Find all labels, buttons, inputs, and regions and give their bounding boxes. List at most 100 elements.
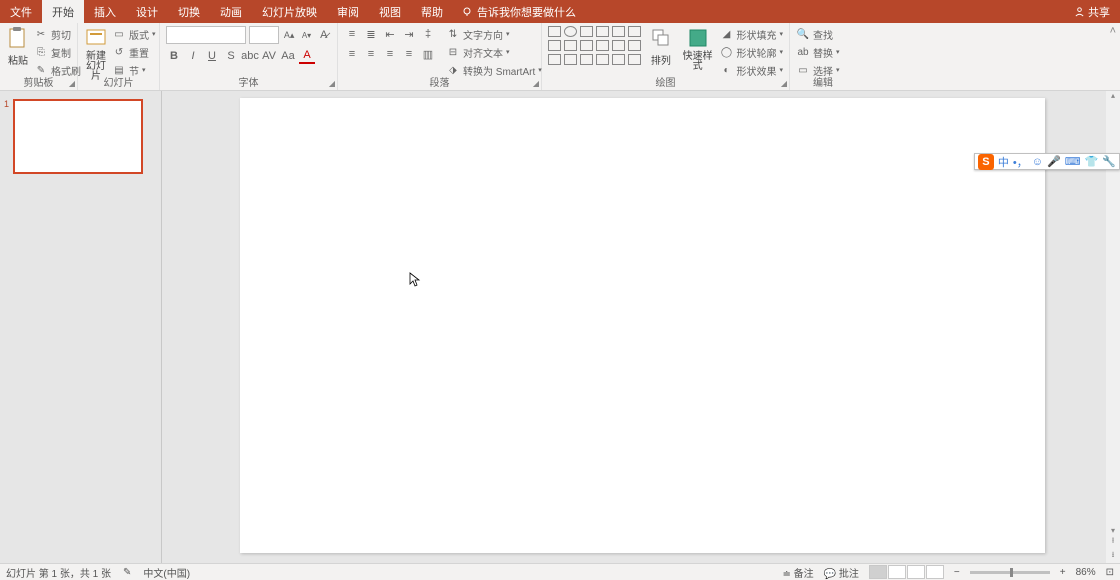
find-button[interactable]: 🔍查找 (796, 26, 840, 42)
font-dialog-launcher[interactable]: ◢ (329, 79, 335, 88)
cut-button[interactable]: ✂剪切 (34, 26, 81, 42)
font-size-input[interactable] (249, 26, 279, 44)
slide-thumbnail-1[interactable] (13, 99, 143, 174)
tab-slideshow[interactable]: 幻灯片放映 (252, 0, 327, 23)
reading-view-button[interactable] (907, 565, 925, 579)
paragraph-group-label: 段落 (338, 74, 541, 89)
increase-font-button[interactable]: A▴ (282, 27, 296, 43)
italic-button[interactable]: I (185, 48, 201, 64)
comments-button[interactable]: 💬 批注 (824, 565, 859, 580)
fit-to-window-button[interactable]: ⊡ (1106, 567, 1114, 578)
ime-language-toggle[interactable]: 中 (998, 154, 1009, 170)
outline-icon: ◯ (719, 45, 733, 59)
spellcheck-status[interactable]: ✎ (123, 567, 131, 578)
quick-styles-label: 快速样式 (680, 52, 716, 72)
slides-group-label: 幻灯片 (78, 74, 159, 89)
tab-insert[interactable]: 插入 (84, 0, 126, 23)
increase-indent-button[interactable]: ⇥ (401, 26, 417, 42)
clear-formatting-button[interactable]: A̷ (317, 27, 331, 43)
justify-button[interactable]: ≡ (401, 46, 417, 62)
next-slide-button[interactable]: ⭳ (1112, 549, 1115, 563)
clipboard-dialog-launcher[interactable]: ◢ (69, 79, 75, 88)
align-text-icon: ⊟ (446, 45, 460, 59)
bold-button[interactable]: B (166, 48, 182, 64)
zoom-level[interactable]: 86% (1076, 567, 1096, 578)
align-right-button[interactable]: ≡ (382, 46, 398, 62)
font-color-button[interactable]: A (299, 48, 315, 64)
tell-me-search[interactable]: 告诉我你想要做什么 (461, 4, 576, 20)
ime-toolbar[interactable]: S 中 •， ☺ 🎤 ⌨ 👕 🔧 (974, 153, 1120, 170)
slide-thumbnail-pane[interactable]: 1 (0, 91, 162, 563)
scroll-down-button[interactable]: ▾ (1111, 526, 1115, 535)
ime-skin-icon[interactable]: 👕 (1085, 155, 1099, 168)
slide-1[interactable] (240, 98, 1045, 553)
clipboard-group-label: 剪贴板 (0, 74, 77, 89)
collapse-ribbon-button[interactable]: ˄ (1106, 23, 1120, 90)
shape-outline-button[interactable]: ◯形状轮廓▾ (719, 44, 783, 60)
tab-transition[interactable]: 切换 (168, 0, 210, 23)
paragraph-dialog-launcher[interactable]: ◢ (533, 79, 539, 88)
tab-help[interactable]: 帮助 (411, 0, 453, 23)
ime-settings-icon[interactable]: 🔧 (1102, 155, 1116, 168)
slide-canvas-area[interactable] (162, 91, 1106, 563)
bullets-button[interactable]: ≡ (344, 26, 360, 42)
sorter-view-button[interactable] (888, 565, 906, 579)
person-icon (1074, 6, 1085, 17)
find-icon: 🔍 (796, 27, 810, 41)
ime-emoji-icon[interactable]: ☺ (1032, 156, 1043, 168)
tab-review[interactable]: 审阅 (327, 0, 369, 23)
columns-button[interactable]: ▥ (420, 46, 436, 62)
lightbulb-icon (461, 6, 473, 18)
strikethrough-button[interactable]: S (223, 48, 239, 64)
language-status[interactable]: 中文(中国) (143, 565, 190, 580)
underline-button[interactable]: U (204, 48, 220, 64)
align-left-button[interactable]: ≡ (344, 46, 360, 62)
reset-button[interactable]: ↺重置 (112, 44, 156, 60)
tell-me-label: 告诉我你想要做什么 (477, 4, 576, 20)
tab-view[interactable]: 视图 (369, 0, 411, 23)
editing-group-label: 编辑 (790, 74, 856, 89)
zoom-in-button[interactable]: + (1060, 567, 1066, 578)
scroll-up-button[interactable]: ▴ (1111, 91, 1115, 100)
text-direction-button[interactable]: ⇅文字方向▾ (446, 26, 542, 42)
share-label: 共享 (1088, 4, 1110, 20)
fill-icon: ◢ (719, 27, 733, 41)
notes-button[interactable]: ≐ 备注 (783, 565, 814, 580)
share-button[interactable]: 共享 (1074, 4, 1110, 20)
tab-animation[interactable]: 动画 (210, 0, 252, 23)
ime-mic-icon[interactable]: 🎤 (1047, 155, 1061, 168)
prev-slide-button[interactable]: ⭱ (1112, 535, 1115, 549)
change-case-button[interactable]: Aa (280, 48, 296, 64)
scissors-icon: ✂ (34, 27, 48, 41)
zoom-slider[interactable] (970, 571, 1050, 574)
numbering-button[interactable]: ≣ (363, 26, 379, 42)
text-shadow-button[interactable]: abc (242, 48, 258, 64)
clipboard-icon (7, 26, 29, 50)
layout-button[interactable]: ▭版式▾ (112, 26, 156, 42)
align-text-button[interactable]: ⊟对齐文本▾ (446, 44, 542, 60)
tab-home[interactable]: 开始 (42, 0, 84, 23)
decrease-indent-button[interactable]: ⇤ (382, 26, 398, 42)
slide-counter: 幻灯片 第 1 张，共 1 张 (6, 565, 111, 580)
ime-keyboard-icon[interactable]: ⌨ (1065, 155, 1081, 168)
font-family-input[interactable] (166, 26, 246, 44)
replace-icon: ab (796, 45, 810, 59)
copy-button[interactable]: ⎘复制 (34, 44, 81, 60)
new-slide-icon (85, 27, 107, 49)
shape-fill-button[interactable]: ◢形状填充▾ (719, 26, 783, 42)
normal-view-button[interactable] (869, 565, 887, 579)
tab-design[interactable]: 设计 (126, 0, 168, 23)
align-center-button[interactable]: ≡ (363, 46, 379, 62)
reset-icon: ↺ (112, 45, 126, 59)
char-spacing-button[interactable]: AV (261, 48, 277, 64)
ime-punct-icon[interactable]: •， (1013, 154, 1028, 170)
font-group-label: 字体 (160, 74, 337, 89)
decrease-font-button[interactable]: A▾ (299, 27, 313, 43)
replace-button[interactable]: ab替换▾ (796, 44, 840, 60)
tab-file[interactable]: 文件 (0, 0, 42, 23)
zoom-out-button[interactable]: − (954, 567, 960, 578)
slideshow-view-button[interactable] (926, 565, 944, 579)
line-spacing-button[interactable]: ‡ (420, 26, 436, 42)
drawing-dialog-launcher[interactable]: ◢ (781, 79, 787, 88)
thumbnail-number: 1 (4, 99, 9, 174)
